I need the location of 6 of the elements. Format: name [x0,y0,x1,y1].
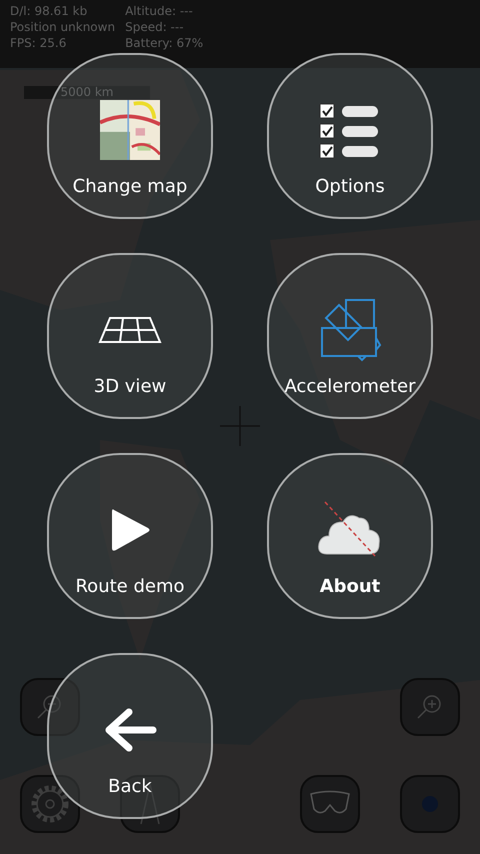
status-text: Position unknown [10,19,116,35]
status-text: FPS: 25.6 [10,35,68,51]
status-text: Battery: 67% [125,35,204,51]
status-text: Speed: --- [125,19,185,35]
status-text: D/l: 98.61 kb [10,3,88,19]
status-text: Altitude: --- [125,3,194,19]
